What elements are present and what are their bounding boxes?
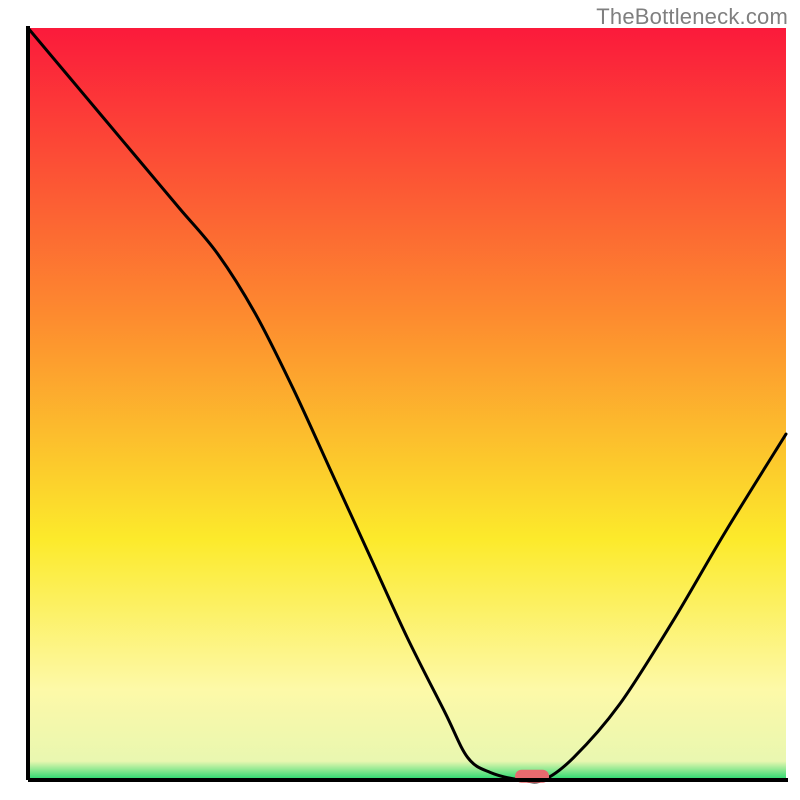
watermark-text: TheBottleneck.com [596, 4, 788, 30]
bottleneck-chart [0, 0, 800, 800]
gradient-background [28, 28, 786, 780]
chart-container: TheBottleneck.com [0, 0, 800, 800]
